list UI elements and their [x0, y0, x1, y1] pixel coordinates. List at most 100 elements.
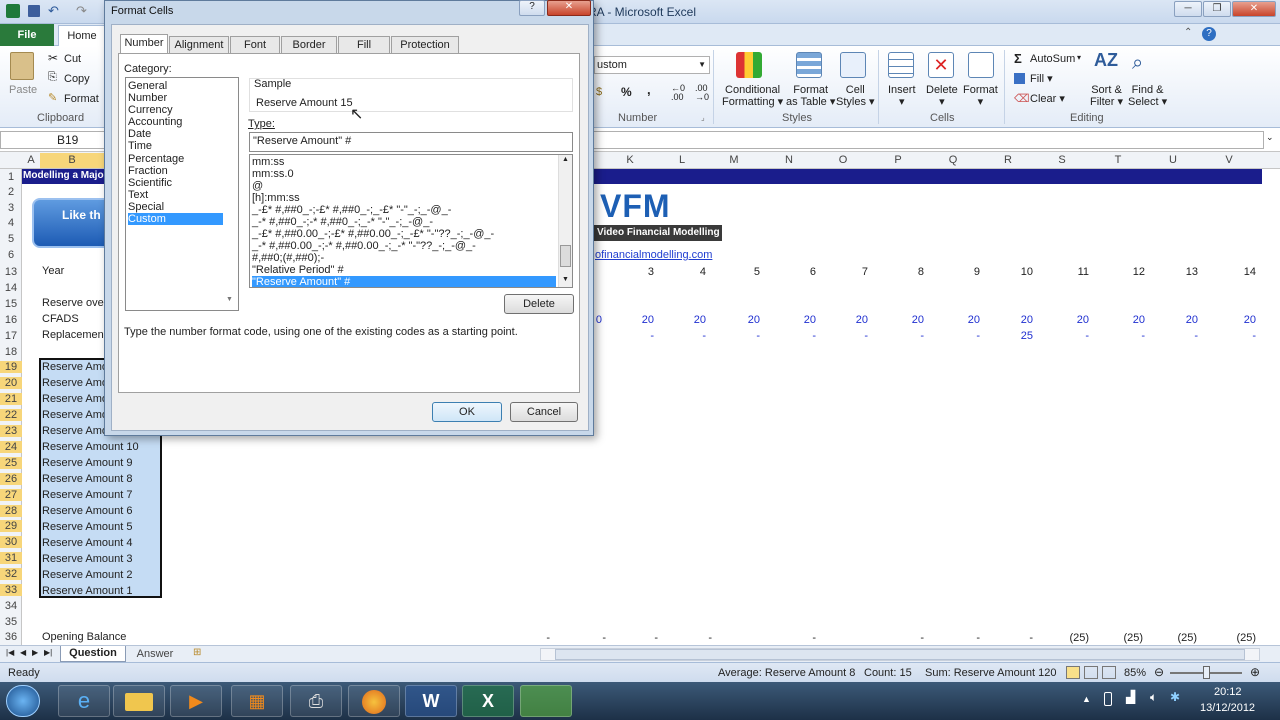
- clear-button[interactable]: Clear ▾: [1030, 93, 1065, 105]
- type-item[interactable]: mm:ss.0: [252, 168, 294, 180]
- year-cell[interactable]: 9: [950, 266, 980, 278]
- format-as-table-icon[interactable]: [796, 52, 822, 78]
- row-header[interactable]: 23: [0, 425, 22, 437]
- reserve-cell[interactable]: Reserve Amount 3: [42, 553, 133, 565]
- insert-cells-icon[interactable]: [888, 52, 914, 78]
- opening-balance-cell[interactable]: -: [576, 632, 606, 644]
- fill-icon[interactable]: [1014, 73, 1025, 84]
- category-item[interactable]: General: [128, 80, 167, 92]
- type-item[interactable]: mm:ss: [252, 156, 284, 168]
- year-cell[interactable]: 8: [894, 266, 924, 278]
- page-break-icon[interactable]: [1102, 666, 1116, 679]
- format-painter-button[interactable]: Format: [64, 93, 99, 105]
- column-header[interactable]: K: [620, 154, 640, 166]
- type-item[interactable]: [h]:mm:ss: [252, 192, 300, 204]
- row-header[interactable]: 17: [0, 330, 22, 342]
- type-item[interactable]: #,##0;(#,##0);-: [252, 252, 324, 264]
- conditional-formatting-icon[interactable]: [736, 52, 762, 78]
- cfads-cell[interactable]: 20: [1226, 314, 1256, 326]
- row-header[interactable]: 14: [0, 282, 22, 294]
- row-header[interactable]: 29: [0, 520, 22, 532]
- autosum-dropdown-icon[interactable]: ▾: [1077, 53, 1081, 62]
- percent-style-button[interactable]: %: [621, 86, 632, 98]
- last-sheet-icon[interactable]: ▶|: [44, 648, 52, 657]
- format-button[interactable]: Format ▾: [963, 84, 998, 108]
- close-button[interactable]: ✕: [1232, 1, 1276, 17]
- decrease-decimal-icon[interactable]: .00 →0: [695, 84, 709, 102]
- cell-styles-button[interactable]: Cell Styles ▾: [836, 84, 875, 108]
- chevron-down-icon[interactable]: ▼: [698, 57, 706, 73]
- year-cell[interactable]: 11: [1059, 266, 1089, 278]
- device-icon[interactable]: [1104, 692, 1112, 706]
- help-icon[interactable]: ?: [1202, 27, 1216, 41]
- cfads-cell[interactable]: 20: [1003, 314, 1033, 326]
- comma-style-button[interactable]: ,: [647, 83, 651, 96]
- category-item[interactable]: Currency: [128, 104, 173, 116]
- copy-button[interactable]: Copy: [64, 73, 90, 85]
- cut-icon[interactable]: ✂: [48, 51, 58, 65]
- internet-explorer-icon[interactable]: e: [58, 685, 110, 717]
- column-header[interactable]: U: [1163, 154, 1183, 166]
- row-header[interactable]: 18: [0, 346, 22, 358]
- zoom-level[interactable]: 85%: [1124, 667, 1146, 679]
- sort-filter-icon[interactable]: AZ: [1094, 50, 1118, 71]
- column-header[interactable]: S: [1052, 154, 1072, 166]
- delete-format-button[interactable]: Delete: [504, 294, 574, 314]
- row-header[interactable]: 33: [0, 584, 22, 596]
- show-hidden-icons[interactable]: ▲: [1082, 694, 1091, 704]
- type-item-selected[interactable]: "Reserve Amount" #: [252, 276, 556, 287]
- row-header[interactable]: 13: [0, 266, 22, 278]
- scroll-up-icon[interactable]: ▲: [562, 156, 569, 163]
- row-header[interactable]: 20: [0, 377, 22, 389]
- reserve-cell[interactable]: Reserve Amo: [42, 425, 108, 437]
- format-as-table-button[interactable]: Format as Table ▾: [786, 84, 835, 108]
- category-item[interactable]: Time: [128, 140, 152, 152]
- clock-date[interactable]: 13/12/2012: [1200, 702, 1255, 714]
- row-header[interactable]: 6: [0, 249, 22, 261]
- column-header[interactable]: N: [779, 154, 799, 166]
- prev-sheet-icon[interactable]: ◀: [20, 648, 26, 657]
- tab-alignment[interactable]: Alignment: [169, 36, 229, 53]
- row-header[interactable]: 36: [0, 631, 22, 643]
- reserve-cell[interactable]: Reserve Amo: [42, 409, 108, 421]
- delete-button[interactable]: Delete ▾: [926, 84, 958, 108]
- cfads-cell[interactable]: 20: [1168, 314, 1198, 326]
- year-cell[interactable]: 10: [1003, 266, 1033, 278]
- category-scroll-down-icon[interactable]: ▼: [226, 296, 233, 303]
- opening-balance-cell[interactable]: -: [786, 632, 816, 644]
- first-sheet-icon[interactable]: |◀: [6, 648, 14, 657]
- reserve-cell[interactable]: Reserve Amo: [42, 393, 108, 405]
- reserve-cell[interactable]: Reserve Amount 4: [42, 537, 133, 549]
- cfads-cell[interactable]: 20: [730, 314, 760, 326]
- replacement-cell[interactable]: -: [1168, 330, 1198, 342]
- sheet-tab-question[interactable]: Question: [60, 646, 126, 662]
- number-dialog-launcher-icon[interactable]: ⌟: [701, 113, 705, 122]
- opening-balance-cell[interactable]: (25): [1165, 632, 1197, 644]
- year-cell[interactable]: 5: [730, 266, 760, 278]
- reserve-cell[interactable]: Reserve Amo: [42, 377, 108, 389]
- reserve-cell[interactable]: Reserve Amount 6: [42, 505, 133, 517]
- row-header[interactable]: 28: [0, 505, 22, 517]
- category-item[interactable]: Accounting: [128, 116, 182, 128]
- delete-cells-icon[interactable]: ✕: [928, 52, 954, 78]
- start-button-icon[interactable]: [6, 685, 40, 717]
- replacement-cell[interactable]: -: [786, 330, 816, 342]
- number-format-select[interactable]: ustom ▼: [594, 56, 710, 74]
- clear-icon[interactable]: ⌫: [1014, 92, 1030, 105]
- replacement-cell[interactable]: -: [1115, 330, 1145, 342]
- cancel-button[interactable]: Cancel: [510, 402, 578, 422]
- paste-button[interactable]: Paste: [9, 84, 37, 96]
- year-cell[interactable]: 13: [1168, 266, 1198, 278]
- row-header[interactable]: 32: [0, 568, 22, 580]
- cfads-cell[interactable]: 20: [786, 314, 816, 326]
- column-header[interactable]: Q: [943, 154, 963, 166]
- category-item[interactable]: Date: [128, 128, 151, 140]
- undo-icon[interactable]: ↶: [48, 3, 59, 19]
- excel-icon[interactable]: X: [462, 685, 514, 717]
- reserve-cell[interactable]: Reserve Amount 5: [42, 521, 133, 533]
- tab-protection[interactable]: Protection: [391, 36, 459, 53]
- cfads-cell[interactable]: 20: [676, 314, 706, 326]
- sheet-tab-answer[interactable]: Answer: [128, 647, 182, 662]
- save-icon[interactable]: [28, 5, 40, 17]
- row-header[interactable]: 24: [0, 441, 22, 453]
